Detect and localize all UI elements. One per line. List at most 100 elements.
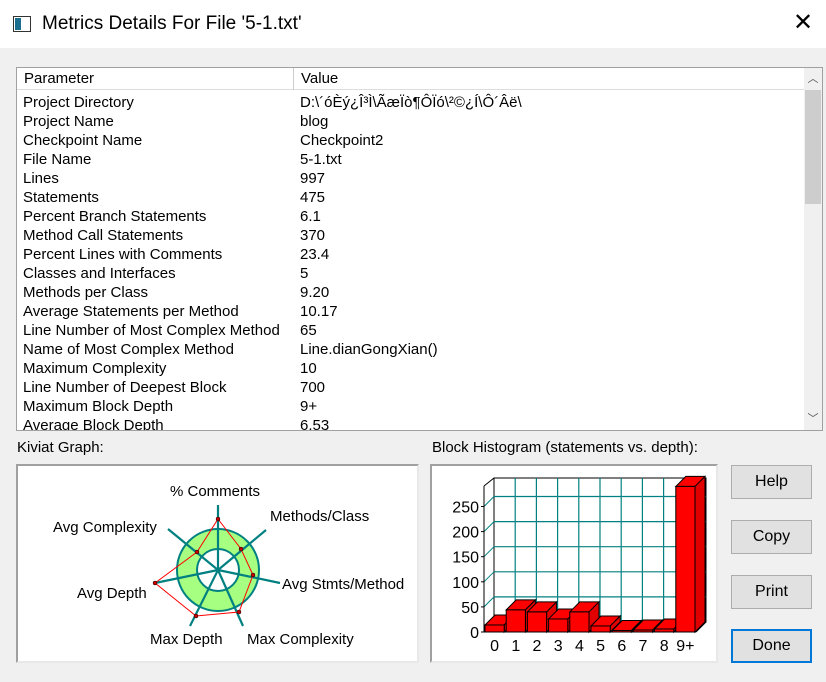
value-cell: Line.dianGongXian()	[300, 341, 438, 358]
axis-label-comments: % Comments	[170, 483, 260, 500]
x-tick-label: 7	[639, 638, 648, 655]
table-row[interactable]: Name of Most Complex Method Line.dianGong…	[17, 340, 522, 359]
table-row[interactable]: Project Directory D:\´óÈý¿Î³Ì\ÃæÏò¶ÔÏó\²©…	[17, 93, 522, 112]
value-cell: 5-1.txt	[300, 151, 342, 168]
bar	[526, 611, 548, 633]
parameter-cell: File Name	[23, 151, 92, 168]
value-cell: 5	[300, 265, 309, 282]
scrollbar-thumb[interactable]	[805, 90, 821, 204]
axis-label-max-depth: Max Depth	[150, 631, 223, 648]
table-row[interactable]: Method Call Statements 370	[17, 226, 522, 245]
value-cell: 10.17	[300, 303, 338, 320]
table-row[interactable]: Maximum Complexity 10	[17, 359, 522, 378]
close-icon[interactable]: ✕	[790, 10, 816, 36]
parameter-cell: Average Block Depth	[23, 417, 164, 431]
column-header-parameter[interactable]: Parameter	[17, 68, 294, 90]
scroll-down-icon[interactable]: ﹀	[804, 410, 822, 428]
value-cell: 475	[300, 189, 326, 206]
parameter-cell: Percent Lines with Comments	[23, 246, 223, 263]
bar	[611, 629, 632, 633]
bar	[484, 624, 505, 633]
bar	[548, 618, 569, 633]
metrics-table[interactable]: Parameter Value Project Directory D:\´óÈý…	[16, 67, 823, 431]
grid-line	[483, 496, 495, 507]
table-row[interactable]: Checkpoint Name Checkpoint2	[17, 131, 522, 150]
histogram-label: Block Histogram (statements vs. depth):	[432, 439, 698, 456]
bar	[569, 611, 590, 633]
table-row[interactable]: Average Statements per Method 10.17	[17, 302, 522, 321]
table-row[interactable]: Statements 475	[17, 188, 522, 207]
x-tick-label: 2	[533, 638, 542, 655]
block-histogram: 0 50 100 150 200 250 0 1 2 3 4 5 6 7 8 9+	[430, 464, 718, 663]
table-row[interactable]: File Name 5-1.txt	[17, 150, 522, 169]
y-tick-label: 0	[470, 625, 479, 642]
axis-edge	[483, 477, 495, 487]
y-tick-label: 100	[452, 575, 479, 592]
grid-line	[483, 521, 495, 532]
bar	[632, 629, 654, 633]
value-cell: D:\´óÈý¿Î³Ì\ÃæÏò¶ÔÏó\²©¿Í\Ô´Âë\	[300, 94, 522, 111]
x-tick-label: 8	[660, 638, 669, 655]
value-cell: Checkpoint2	[300, 132, 384, 149]
table-row[interactable]: Percent Branch Statements 6.1	[17, 207, 522, 226]
bar	[654, 628, 675, 633]
help-button[interactable]: Help	[731, 465, 812, 499]
y-tick-label: 150	[452, 550, 479, 567]
value-cell: 10	[300, 360, 317, 377]
table-row[interactable]: Lines 997	[17, 169, 522, 188]
x-tick-label: 1	[511, 638, 520, 655]
table-row[interactable]: Classes and Interfaces 5	[17, 264, 522, 283]
y-tick-label: 250	[452, 500, 479, 517]
value-cell: 6.1	[300, 208, 321, 225]
grid-line	[483, 546, 495, 558]
table-header: Parameter Value	[17, 68, 805, 90]
bar	[590, 625, 611, 633]
table-row[interactable]: Line Number of Deepest Block 700	[17, 378, 522, 397]
parameter-cell: Average Statements per Method	[23, 303, 239, 320]
value-cell: 6.53	[300, 417, 330, 431]
app-icon	[13, 16, 31, 32]
value-cell: 700	[300, 379, 326, 396]
x-tick-label: 9+	[676, 638, 694, 655]
table-row[interactable]: Maximum Block Depth 9+	[17, 397, 522, 416]
value-cell: blog	[300, 113, 329, 130]
bar-side	[694, 475, 706, 634]
title-bar: Metrics Details For File '5-1.txt' ✕	[0, 0, 826, 48]
bar	[675, 485, 696, 633]
parameter-cell: Maximum Block Depth	[23, 398, 174, 415]
vertical-scrollbar[interactable]: ︿ ﹀	[804, 68, 822, 430]
table-row[interactable]: Project Name blog	[17, 112, 522, 131]
parameter-cell: Line Number of Deepest Block	[23, 379, 227, 396]
value-cell: 370	[300, 227, 326, 244]
print-button[interactable]: Print	[731, 575, 812, 609]
parameter-cell: Name of Most Complex Method	[23, 341, 234, 358]
copy-button[interactable]: Copy	[731, 520, 812, 554]
bar	[505, 609, 526, 633]
axis-label-methods-class: Methods/Class	[270, 508, 369, 525]
parameter-cell: Line Number of Most Complex Method	[23, 322, 280, 339]
x-tick-label: 4	[575, 638, 584, 655]
table-row[interactable]: Line Number of Most Complex Method 65	[17, 321, 522, 340]
done-button[interactable]: Done	[731, 629, 812, 663]
parameter-cell: Percent Branch Statements	[23, 208, 207, 225]
grid-line	[483, 596, 495, 608]
axis-label-avg-depth: Avg Depth	[77, 585, 147, 602]
table-row[interactable]: Percent Lines with Comments 23.4	[17, 245, 522, 264]
parameter-cell: Project Name	[23, 113, 114, 130]
value-cell: 65	[300, 322, 317, 339]
table-row[interactable]: Average Block Depth 6.53	[17, 416, 522, 431]
value-cell: 9+	[300, 398, 318, 415]
parameter-cell: Checkpoint Name	[23, 132, 143, 149]
value-cell: 23.4	[300, 246, 330, 263]
kiviat-label: Kiviat Graph:	[17, 439, 104, 456]
scroll-up-icon[interactable]: ︿	[804, 70, 822, 88]
table-row[interactable]: Methods per Class 9.20	[17, 283, 522, 302]
x-tick-label: 0	[490, 638, 499, 655]
column-header-value[interactable]: Value	[294, 68, 805, 90]
parameter-cell: Maximum Complexity	[23, 360, 167, 377]
parameter-cell: Classes and Interfaces	[23, 265, 176, 282]
parameter-cell: Method Call Statements	[23, 227, 184, 244]
axis-label-avg-stmts: Avg Stmts/Method	[282, 576, 404, 593]
axis-label-max-complexity: Max Complexity	[247, 631, 354, 648]
grid-line	[483, 571, 495, 583]
